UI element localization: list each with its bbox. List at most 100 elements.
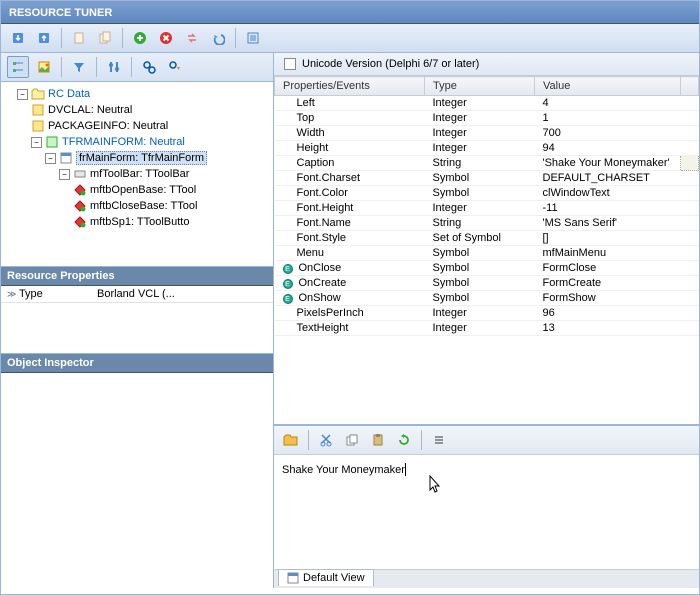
cell-value[interactable]: FormCreate: [535, 276, 681, 291]
download-button[interactable]: [7, 27, 29, 49]
table-row[interactable]: Font.HeightInteger-11: [275, 201, 699, 216]
separator: [122, 28, 123, 48]
cell-value[interactable]: FormShow: [535, 291, 681, 306]
table-row[interactable]: PixelsPerInchInteger96: [275, 306, 699, 321]
cell-value[interactable]: DEFAULT_CHARSET: [535, 171, 681, 186]
col-type[interactable]: Type: [425, 77, 535, 96]
doc1-button[interactable]: [68, 27, 90, 49]
prop-key: Type: [1, 286, 91, 303]
collapse-icon[interactable]: −: [45, 153, 56, 164]
tree-node[interactable]: − mfToolBar: TToolBar: [59, 166, 271, 182]
component-icon: [73, 199, 87, 213]
cell-type: Symbol: [425, 171, 535, 186]
editor-textarea[interactable]: Shake Your Moneymaker: [274, 455, 699, 569]
col-value[interactable]: Value: [535, 77, 681, 96]
filter-button[interactable]: [68, 56, 90, 78]
view-tree-button[interactable]: [7, 56, 29, 78]
toolbar-icon: [73, 167, 87, 181]
delete-button[interactable]: [155, 27, 177, 49]
table-row[interactable]: Font.ColorSymbolclWindowText: [275, 186, 699, 201]
view-image-button[interactable]: [33, 56, 55, 78]
tree-node[interactable]: mftbOpenBase: TTool: [73, 182, 271, 198]
align-button[interactable]: [428, 429, 450, 451]
table-row[interactable]: WidthInteger700: [275, 126, 699, 141]
cell-value[interactable]: mfMainMenu: [535, 246, 681, 261]
cell-value[interactable]: 96: [535, 306, 681, 321]
cell-value[interactable]: FormClose: [535, 261, 681, 276]
table-row[interactable]: Font.StyleSet of Symbol[]: [275, 231, 699, 246]
undo-button[interactable]: [207, 27, 229, 49]
cell-value[interactable]: 'Shake Your Moneymaker': [535, 156, 681, 171]
properties-table[interactable]: Properties/Events Type Value LeftInteger…: [274, 76, 699, 425]
tree-node[interactable]: mftbSp1: TToolButto: [73, 214, 271, 230]
collapse-icon[interactable]: −: [31, 137, 42, 148]
main-area: − RC Data DVCLAL: Neutral PACKAGEINFO: N…: [1, 53, 699, 588]
table-row[interactable]: EOnCreateSymbolFormCreate: [275, 276, 699, 291]
add-button[interactable]: [129, 27, 151, 49]
cell-value[interactable]: 'MS Sans Serif': [535, 216, 681, 231]
cell-value[interactable]: 13: [535, 321, 681, 336]
tab-default-view[interactable]: Default View: [278, 569, 374, 586]
table-row[interactable]: LeftInteger4: [275, 96, 699, 111]
component-icon: [73, 215, 87, 229]
table-row[interactable]: HeightInteger94: [275, 141, 699, 156]
list-button[interactable]: [242, 27, 264, 49]
cell-property: Menu: [275, 246, 425, 261]
unicode-checkbox[interactable]: [284, 58, 296, 70]
cell-value[interactable]: -11: [535, 201, 681, 216]
right-column: Unicode Version (Delphi 6/7 or later) Pr…: [274, 53, 699, 588]
table-row[interactable]: EOnCloseSymbolFormClose: [275, 261, 699, 276]
open-button[interactable]: [280, 429, 302, 451]
collapse-icon[interactable]: −: [59, 169, 70, 180]
cell-property: Font.Color: [275, 186, 425, 201]
copy-button[interactable]: [341, 429, 363, 451]
unicode-label: Unicode Version (Delphi 6/7 or later): [302, 58, 479, 70]
refresh-button[interactable]: [393, 429, 415, 451]
separator: [61, 57, 62, 77]
cell-value[interactable]: 4: [535, 96, 681, 111]
paste-button[interactable]: [367, 429, 389, 451]
cell-property: Font.Height: [275, 201, 425, 216]
table-row[interactable]: CaptionString'Shake Your Moneymaker': [275, 156, 699, 171]
separator: [131, 57, 132, 77]
tree-node[interactable]: PACKAGEINFO: Neutral: [31, 118, 271, 134]
resource-tree[interactable]: − RC Data DVCLAL: Neutral PACKAGEINFO: N…: [1, 82, 273, 267]
tree-node-root[interactable]: − RC Data: [17, 86, 271, 102]
cell-property: Left: [275, 96, 425, 111]
upload-button[interactable]: [33, 27, 55, 49]
doc2-button[interactable]: [94, 27, 116, 49]
table-row[interactable]: EOnShowSymbolFormShow: [275, 291, 699, 306]
object-inspector-header: Object Inspector: [1, 354, 273, 373]
tune-button[interactable]: [103, 56, 125, 78]
cell-property: Width: [275, 126, 425, 141]
cell-value[interactable]: 94: [535, 141, 681, 156]
table-row[interactable]: TextHeightInteger13: [275, 321, 699, 336]
tree-node[interactable]: − TFRMAINFORM: Neutral: [31, 134, 271, 150]
editor-area: Shake Your Moneymaker Default View: [274, 425, 699, 588]
collapse-icon[interactable]: −: [17, 89, 28, 100]
table-row[interactable]: TopInteger1: [275, 111, 699, 126]
find-button[interactable]: [138, 56, 160, 78]
find-next-button[interactable]: [164, 56, 186, 78]
text-cursor: [405, 463, 406, 476]
cut-button[interactable]: [315, 429, 337, 451]
swap-button[interactable]: [181, 27, 203, 49]
cell-value[interactable]: clWindowText: [535, 186, 681, 201]
event-icon: E: [283, 294, 293, 304]
tree-node[interactable]: mftbCloseBase: TTool: [73, 198, 271, 214]
col-properties[interactable]: Properties/Events: [275, 77, 425, 96]
cell-type: Symbol: [425, 276, 535, 291]
cell-value[interactable]: 1: [535, 111, 681, 126]
table-row[interactable]: Font.NameString'MS Sans Serif': [275, 216, 699, 231]
resource-properties-header: Resource Properties: [1, 267, 273, 286]
editor-content: Shake Your Moneymaker: [282, 464, 405, 476]
cell-value[interactable]: 700: [535, 126, 681, 141]
table-row[interactable]: Font.CharsetSymbolDEFAULT_CHARSET: [275, 171, 699, 186]
window-titlebar: RESOURCE TUNER: [1, 1, 699, 24]
tree-node[interactable]: − frMainForm: TfrMainForm: [45, 150, 271, 166]
cell-value[interactable]: []: [535, 231, 681, 246]
cell-type: Integer: [425, 111, 535, 126]
tree-node[interactable]: DVCLAL: Neutral: [31, 102, 271, 118]
form-icon: [45, 135, 59, 149]
table-row[interactable]: MenuSymbolmfMainMenu: [275, 246, 699, 261]
